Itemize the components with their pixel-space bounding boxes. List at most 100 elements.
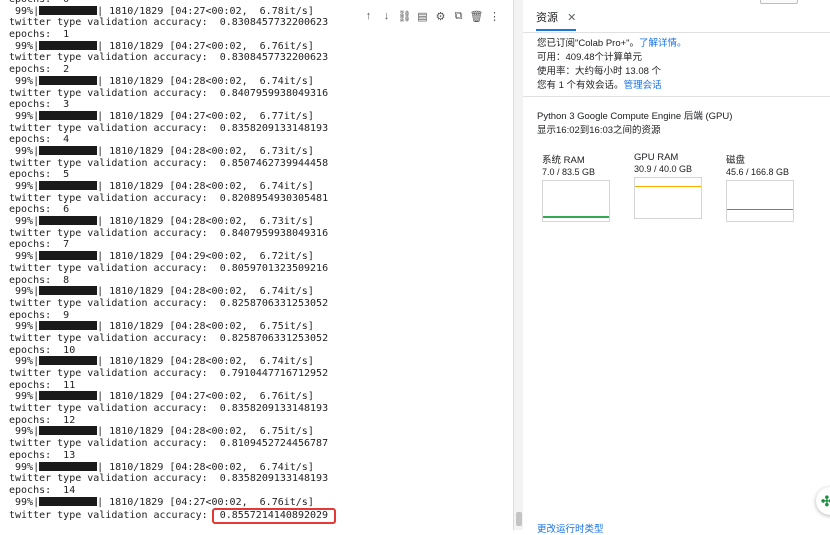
- progress-line: 99%| | 1810/1829 [04:28<00:02, 6.74it/s]: [9, 286, 509, 298]
- progress-line: 99%| | 1810/1829 [04:28<00:02, 6.75it/s]: [9, 321, 509, 333]
- progress-percent: 99%|: [9, 391, 40, 403]
- progress-stats: | 1810/1829 [04:27<00:02, 6.76it/s]: [97, 496, 314, 508]
- output-log: epochs: 0 99%|| 1810/1829 [04:27<00:02, …: [9, 0, 509, 525]
- scrollbar-thumb[interactable]: [516, 512, 522, 526]
- arrow-up-icon[interactable]: ↑: [362, 8, 375, 24]
- progress-percent: 99%|: [9, 356, 40, 368]
- progress-stats: | 1810/1829 [04:27<00:02, 6.77it/s]: [97, 110, 314, 122]
- output-line: twitter type validation accuracy: 0.7910…: [9, 368, 329, 379]
- tab-resources[interactable]: 资源 ✕: [536, 9, 577, 31]
- close-icon[interactable]: ✕: [567, 12, 576, 24]
- progress-percent: 99%|: [9, 461, 40, 473]
- sessions-text: 您有 1 个有效会话。: [537, 80, 624, 91]
- progress-stats: | 1810/1829 [04:28<00:02, 6.73it/s]: [97, 216, 314, 228]
- cell-toolbar: ↑ ↓ ⛓ ▤ ⚙ ⧉ 🗑 ⋮: [362, 7, 501, 25]
- progress-stats: | 1810/1829 [04:28<00:02, 6.74it/s]: [97, 286, 314, 298]
- system-ram-level: [543, 216, 609, 218]
- progress-line: 99%| | 1810/1829 [04:28<00:02, 6.74it/s]: [9, 181, 509, 193]
- output-line: epochs: 3: [9, 99, 70, 111]
- progress-bar: [39, 75, 98, 85]
- comment-icon[interactable]: ▤: [416, 8, 429, 24]
- output-line: twitter type validation accuracy: 0.8258…: [9, 332, 329, 344]
- output-line: epochs: 5: [9, 169, 70, 181]
- progress-bar: [39, 5, 98, 15]
- cell-output: epochs: 0 99%|| 1810/1829 [04:27<00:02, …: [0, 0, 513, 530]
- progress-line: 99%| | 1810/1829 [04:28<00:02, 6.74it/s]: [9, 75, 509, 88]
- manage-sessions-link[interactable]: 管理会话: [624, 80, 662, 91]
- learn-more-link[interactable]: 了解详情。: [639, 38, 687, 49]
- output-line: twitter type validation accuracy: 0.8358…: [9, 403, 329, 415]
- progress-bar: [39, 496, 98, 506]
- output-line: epochs: 8: [9, 274, 70, 286]
- progress-percent: 99%|: [9, 496, 40, 508]
- progress-bar: [39, 145, 98, 155]
- progress-bar: [39, 40, 98, 50]
- usage-rate: 使用率：大约每小时 13.08 个: [537, 66, 662, 77]
- output-line: epochs: 12: [9, 414, 76, 426]
- progress-line: 99%| | 1810/1829 [04:28<00:02, 6.73it/s]: [9, 216, 509, 228]
- system-ram-title: 系统 RAM: [542, 155, 585, 166]
- progress-line: 99%| | 1810/1829 [04:28<00:02, 6.74it/s]: [9, 356, 509, 368]
- progress-bar: [39, 356, 98, 366]
- more-vert-icon[interactable]: ⋮: [488, 8, 501, 24]
- link-icon[interactable]: ⛓: [398, 8, 412, 24]
- backend-info: Python 3 Google Compute Engine 后端 (GPU): [537, 111, 733, 122]
- disk-level: [727, 208, 793, 211]
- tab-bar: 资源 ✕: [523, 0, 830, 33]
- progress-stats: | 1810/1829 [04:28<00:02, 6.73it/s]: [97, 145, 314, 157]
- progress-percent: 99%|: [9, 426, 40, 438]
- output-line: epochs: 14: [9, 484, 76, 496]
- settings-icon[interactable]: ⚙: [434, 8, 447, 24]
- output-line: twitter type validation accuracy: 0.8358…: [9, 122, 329, 134]
- progress-stats: | 1810/1829 [04:29<00:02, 6.72it/s]: [97, 251, 314, 263]
- system-ram-value: 7.0 / 83.5 GB: [542, 167, 596, 177]
- change-runtime-link[interactable]: 更改运行时类型: [537, 521, 604, 535]
- progress-line: 99%| | 1810/1829 [04:27<00:02, 6.76it/s]: [9, 391, 509, 403]
- progress-line: 99%| | 1810/1829 [04:27<00:02, 6.76it/s]: [9, 40, 509, 53]
- progress-bar: [39, 251, 98, 261]
- progress-line: 99%| | 1810/1829 [04:27<00:02, 6.77it/s]: [9, 110, 509, 123]
- gpu-ram-title: GPU RAM: [634, 152, 679, 163]
- gemini-icon: ✣: [821, 492, 830, 509]
- disk-gauge: [726, 180, 794, 222]
- output-line: twitter type validation accuracy: 0.8208…: [9, 192, 329, 204]
- output-line: epochs: 7: [9, 239, 70, 251]
- output-line: twitter type validation accuracy: 0.8507…: [9, 157, 329, 169]
- disk-value: 45.6 / 166.8 GB: [726, 167, 790, 177]
- output-line: twitter type validation accuracy: 0.8059…: [9, 262, 329, 274]
- progress-percent: 99%|: [9, 5, 40, 17]
- arrow-down-icon[interactable]: ↓: [380, 8, 393, 24]
- gpu-ram-gauge: [634, 177, 702, 219]
- progress-stats: | 1810/1829 [04:28<00:02, 6.74it/s]: [97, 461, 314, 473]
- progress-percent: 99%|: [9, 75, 40, 87]
- disk-title: 磁盘: [726, 155, 746, 166]
- mirror-cell-icon[interactable]: ⧉: [452, 8, 465, 24]
- output-line: twitter type validation accuracy: 0.8258…: [9, 297, 329, 309]
- progress-line: 99%| | 1810/1829 [04:28<00:02, 6.74it/s]: [9, 461, 509, 474]
- output-line: epochs: 1: [9, 29, 70, 41]
- output-line: twitter type validation accuracy: 0.8109…: [9, 438, 329, 450]
- output-line: epochs: 10: [9, 344, 76, 356]
- subscription-text: 您已订阅"Colab Pro+"。: [537, 38, 640, 49]
- progress-stats: | 1810/1829 [04:27<00:02, 6.76it/s]: [97, 40, 314, 52]
- progress-bar: [39, 181, 98, 190]
- progress-stats: | 1810/1829 [04:28<00:02, 6.75it/s]: [97, 426, 314, 438]
- output-line: epochs: 2: [9, 64, 70, 76]
- delete-icon[interactable]: 🗑: [470, 8, 484, 24]
- output-line: epochs: 9: [9, 309, 70, 321]
- progress-bar: [39, 461, 98, 471]
- output-line: epochs: 6: [9, 204, 70, 216]
- available-units: 可用：409.48个计算单元: [537, 52, 643, 63]
- time-range: 显示16:02到16:03之间的资源: [537, 125, 661, 136]
- progress-stats: | 1810/1829 [04:27<00:02, 6.76it/s]: [97, 391, 314, 403]
- progress-percent: 99%|: [9, 181, 40, 192]
- resources-panel: 资源 ✕ 您已订阅"Colab Pro+"。了解详情。 可用：409.48个计算…: [523, 0, 830, 535]
- output-line: twitter type validation accuracy: 0.8358…: [9, 473, 329, 485]
- output-line: epochs: 11: [9, 379, 76, 391]
- output-line: twitter type validation accuracy: 0.8308…: [9, 52, 329, 64]
- gpu-ram-level: [635, 185, 701, 188]
- progress-bar: [39, 321, 98, 331]
- output-line: twitter type validation accuracy: 0.8407…: [9, 87, 329, 99]
- gpu-ram-stat: GPU RAM 30.9 / 40.0 GB: [634, 152, 704, 219]
- subscription-line: 您已订阅"Colab Pro+"。了解详情。: [537, 35, 687, 49]
